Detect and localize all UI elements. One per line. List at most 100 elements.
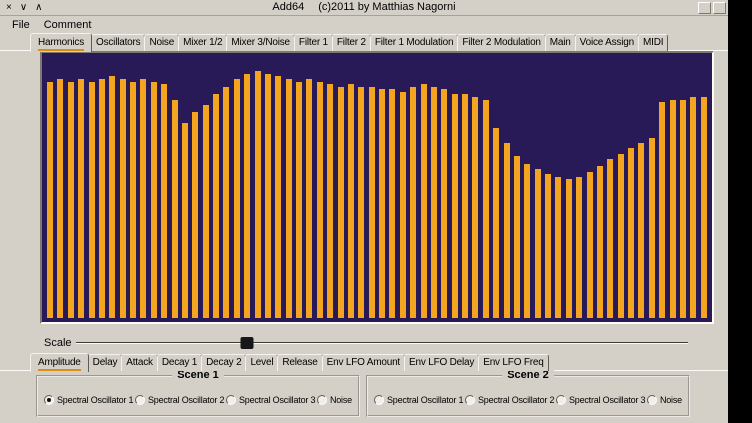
harmonic-bar[interactable]: [223, 87, 229, 318]
radio-noise[interactable]: Noise: [317, 395, 352, 405]
harmonic-bar[interactable]: [47, 82, 53, 318]
harmonic-bar[interactable]: [109, 76, 115, 318]
harmonic-bar[interactable]: [213, 94, 219, 318]
tab-mixer-3-noise[interactable]: Mixer 3/Noise: [226, 34, 295, 51]
harmonic-bar[interactable]: [690, 97, 696, 318]
harmonic-bar[interactable]: [182, 123, 188, 318]
harmonic-bar[interactable]: [389, 89, 395, 318]
harmonic-bar[interactable]: [410, 87, 416, 318]
scale-slider-track[interactable]: [76, 342, 688, 344]
harmonic-bar[interactable]: [680, 100, 686, 318]
harmonic-bar[interactable]: [275, 76, 281, 318]
harmonic-bar[interactable]: [379, 89, 385, 318]
harmonic-bar[interactable]: [400, 92, 406, 318]
radio-spectral-oscillator-2[interactable]: Spectral Oscillator 2: [465, 395, 554, 405]
harmonic-bar[interactable]: [670, 100, 676, 318]
titlebar[interactable]: × ∨ ∧ Add64 (c)2011 by Matthias Nagorni: [0, 0, 728, 16]
harmonic-bar[interactable]: [587, 172, 593, 318]
tab-voice-assign[interactable]: Voice Assign: [575, 34, 639, 51]
harmonic-bar[interactable]: [327, 84, 333, 318]
harmonic-bar[interactable]: [659, 102, 665, 318]
harmonic-bar[interactable]: [452, 94, 458, 318]
harmonic-bar[interactable]: [99, 79, 105, 318]
tab-filter-2-modulation[interactable]: Filter 2 Modulation: [457, 34, 545, 51]
harmonic-bar[interactable]: [57, 79, 63, 318]
harmonic-bar[interactable]: [649, 138, 655, 318]
harmonic-bar[interactable]: [421, 84, 427, 318]
harmonic-bar[interactable]: [296, 82, 302, 318]
harmonic-bar[interactable]: [638, 143, 644, 318]
tab-delay[interactable]: Delay: [88, 354, 123, 371]
harmonic-bar[interactable]: [514, 156, 520, 318]
tab-amplitude[interactable]: Amplitude: [30, 353, 89, 372]
menu-file[interactable]: File: [5, 18, 37, 32]
tab-midi[interactable]: MIDI: [638, 34, 668, 51]
tab-env-lfo-freq[interactable]: Env LFO Freq: [478, 354, 548, 371]
tab-harmonics[interactable]: Harmonics: [30, 33, 92, 52]
harmonic-bar[interactable]: [89, 82, 95, 318]
harmonic-bar[interactable]: [120, 79, 126, 318]
tab-filter-1[interactable]: Filter 1: [294, 34, 333, 51]
radio-noise[interactable]: Noise: [647, 395, 682, 405]
expand-icon[interactable]: ∧: [35, 2, 42, 14]
harmonic-bar[interactable]: [78, 79, 84, 318]
tab-decay-2[interactable]: Decay 2: [201, 354, 246, 371]
harmonic-bar[interactable]: [618, 154, 624, 318]
harmonic-bar[interactable]: [161, 84, 167, 318]
tab-oscillators[interactable]: Oscillators: [91, 34, 145, 51]
harmonic-bar[interactable]: [576, 177, 582, 318]
harmonic-bar[interactable]: [472, 97, 478, 318]
harmonic-bar[interactable]: [203, 105, 209, 318]
harmonic-bar[interactable]: [369, 87, 375, 318]
radio-spectral-oscillator-3[interactable]: Spectral Oscillator 3: [556, 395, 645, 405]
minimize-button[interactable]: [698, 2, 711, 14]
close-icon[interactable]: ×: [6, 2, 12, 14]
harmonic-bar[interactable]: [545, 174, 551, 318]
harmonic-bar[interactable]: [192, 112, 198, 318]
harmonics-display[interactable]: [42, 53, 712, 322]
radio-spectral-oscillator-3[interactable]: Spectral Oscillator 3: [226, 395, 315, 405]
tab-main[interactable]: Main: [545, 34, 576, 51]
harmonic-bar[interactable]: [701, 97, 707, 318]
harmonic-bar[interactable]: [493, 128, 499, 318]
harmonic-bar[interactable]: [234, 79, 240, 318]
tab-env-lfo-amount[interactable]: Env LFO Amount: [322, 354, 405, 371]
tab-filter-1-modulation[interactable]: Filter 1 Modulation: [370, 34, 458, 51]
tab-level[interactable]: Level: [245, 354, 278, 371]
harmonic-bar[interactable]: [68, 82, 74, 318]
radio-spectral-oscillator-1[interactable]: Spectral Oscillator 1: [374, 395, 463, 405]
harmonic-bar[interactable]: [348, 84, 354, 318]
tab-noise[interactable]: Noise: [144, 34, 179, 51]
harmonic-bar[interactable]: [151, 82, 157, 318]
harmonic-bar[interactable]: [130, 82, 136, 318]
harmonic-bar[interactable]: [441, 89, 447, 318]
harmonic-bar[interactable]: [140, 79, 146, 318]
harmonic-bar[interactable]: [317, 82, 323, 318]
harmonic-bar[interactable]: [338, 87, 344, 318]
harmonic-bar[interactable]: [306, 79, 312, 318]
tab-env-lfo-delay[interactable]: Env LFO Delay: [404, 354, 479, 371]
harmonic-bar[interactable]: [483, 100, 489, 318]
harmonic-bar[interactable]: [628, 148, 634, 318]
tab-mixer-1-2[interactable]: Mixer 1/2: [178, 34, 227, 51]
harmonic-bar[interactable]: [172, 100, 178, 318]
maximize-button[interactable]: [713, 2, 726, 14]
harmonic-bar[interactable]: [566, 179, 572, 318]
harmonic-bar[interactable]: [597, 166, 603, 318]
harmonic-bar[interactable]: [524, 164, 530, 318]
harmonic-bar[interactable]: [535, 169, 541, 318]
harmonic-bar[interactable]: [504, 143, 510, 318]
harmonic-bar[interactable]: [265, 74, 271, 318]
scale-slider[interactable]: [76, 334, 688, 352]
harmonic-bar[interactable]: [286, 79, 292, 318]
menu-comment[interactable]: Comment: [37, 18, 99, 32]
tab-filter-2[interactable]: Filter 2: [332, 34, 371, 51]
harmonic-bar[interactable]: [607, 159, 613, 318]
harmonic-bar[interactable]: [462, 94, 468, 318]
harmonic-bar[interactable]: [431, 87, 437, 318]
harmonic-bar[interactable]: [358, 87, 364, 318]
harmonic-bar[interactable]: [255, 71, 261, 318]
harmonic-bar[interactable]: [244, 74, 250, 318]
tab-release[interactable]: Release: [277, 354, 322, 371]
tab-decay-1[interactable]: Decay 1: [157, 354, 202, 371]
